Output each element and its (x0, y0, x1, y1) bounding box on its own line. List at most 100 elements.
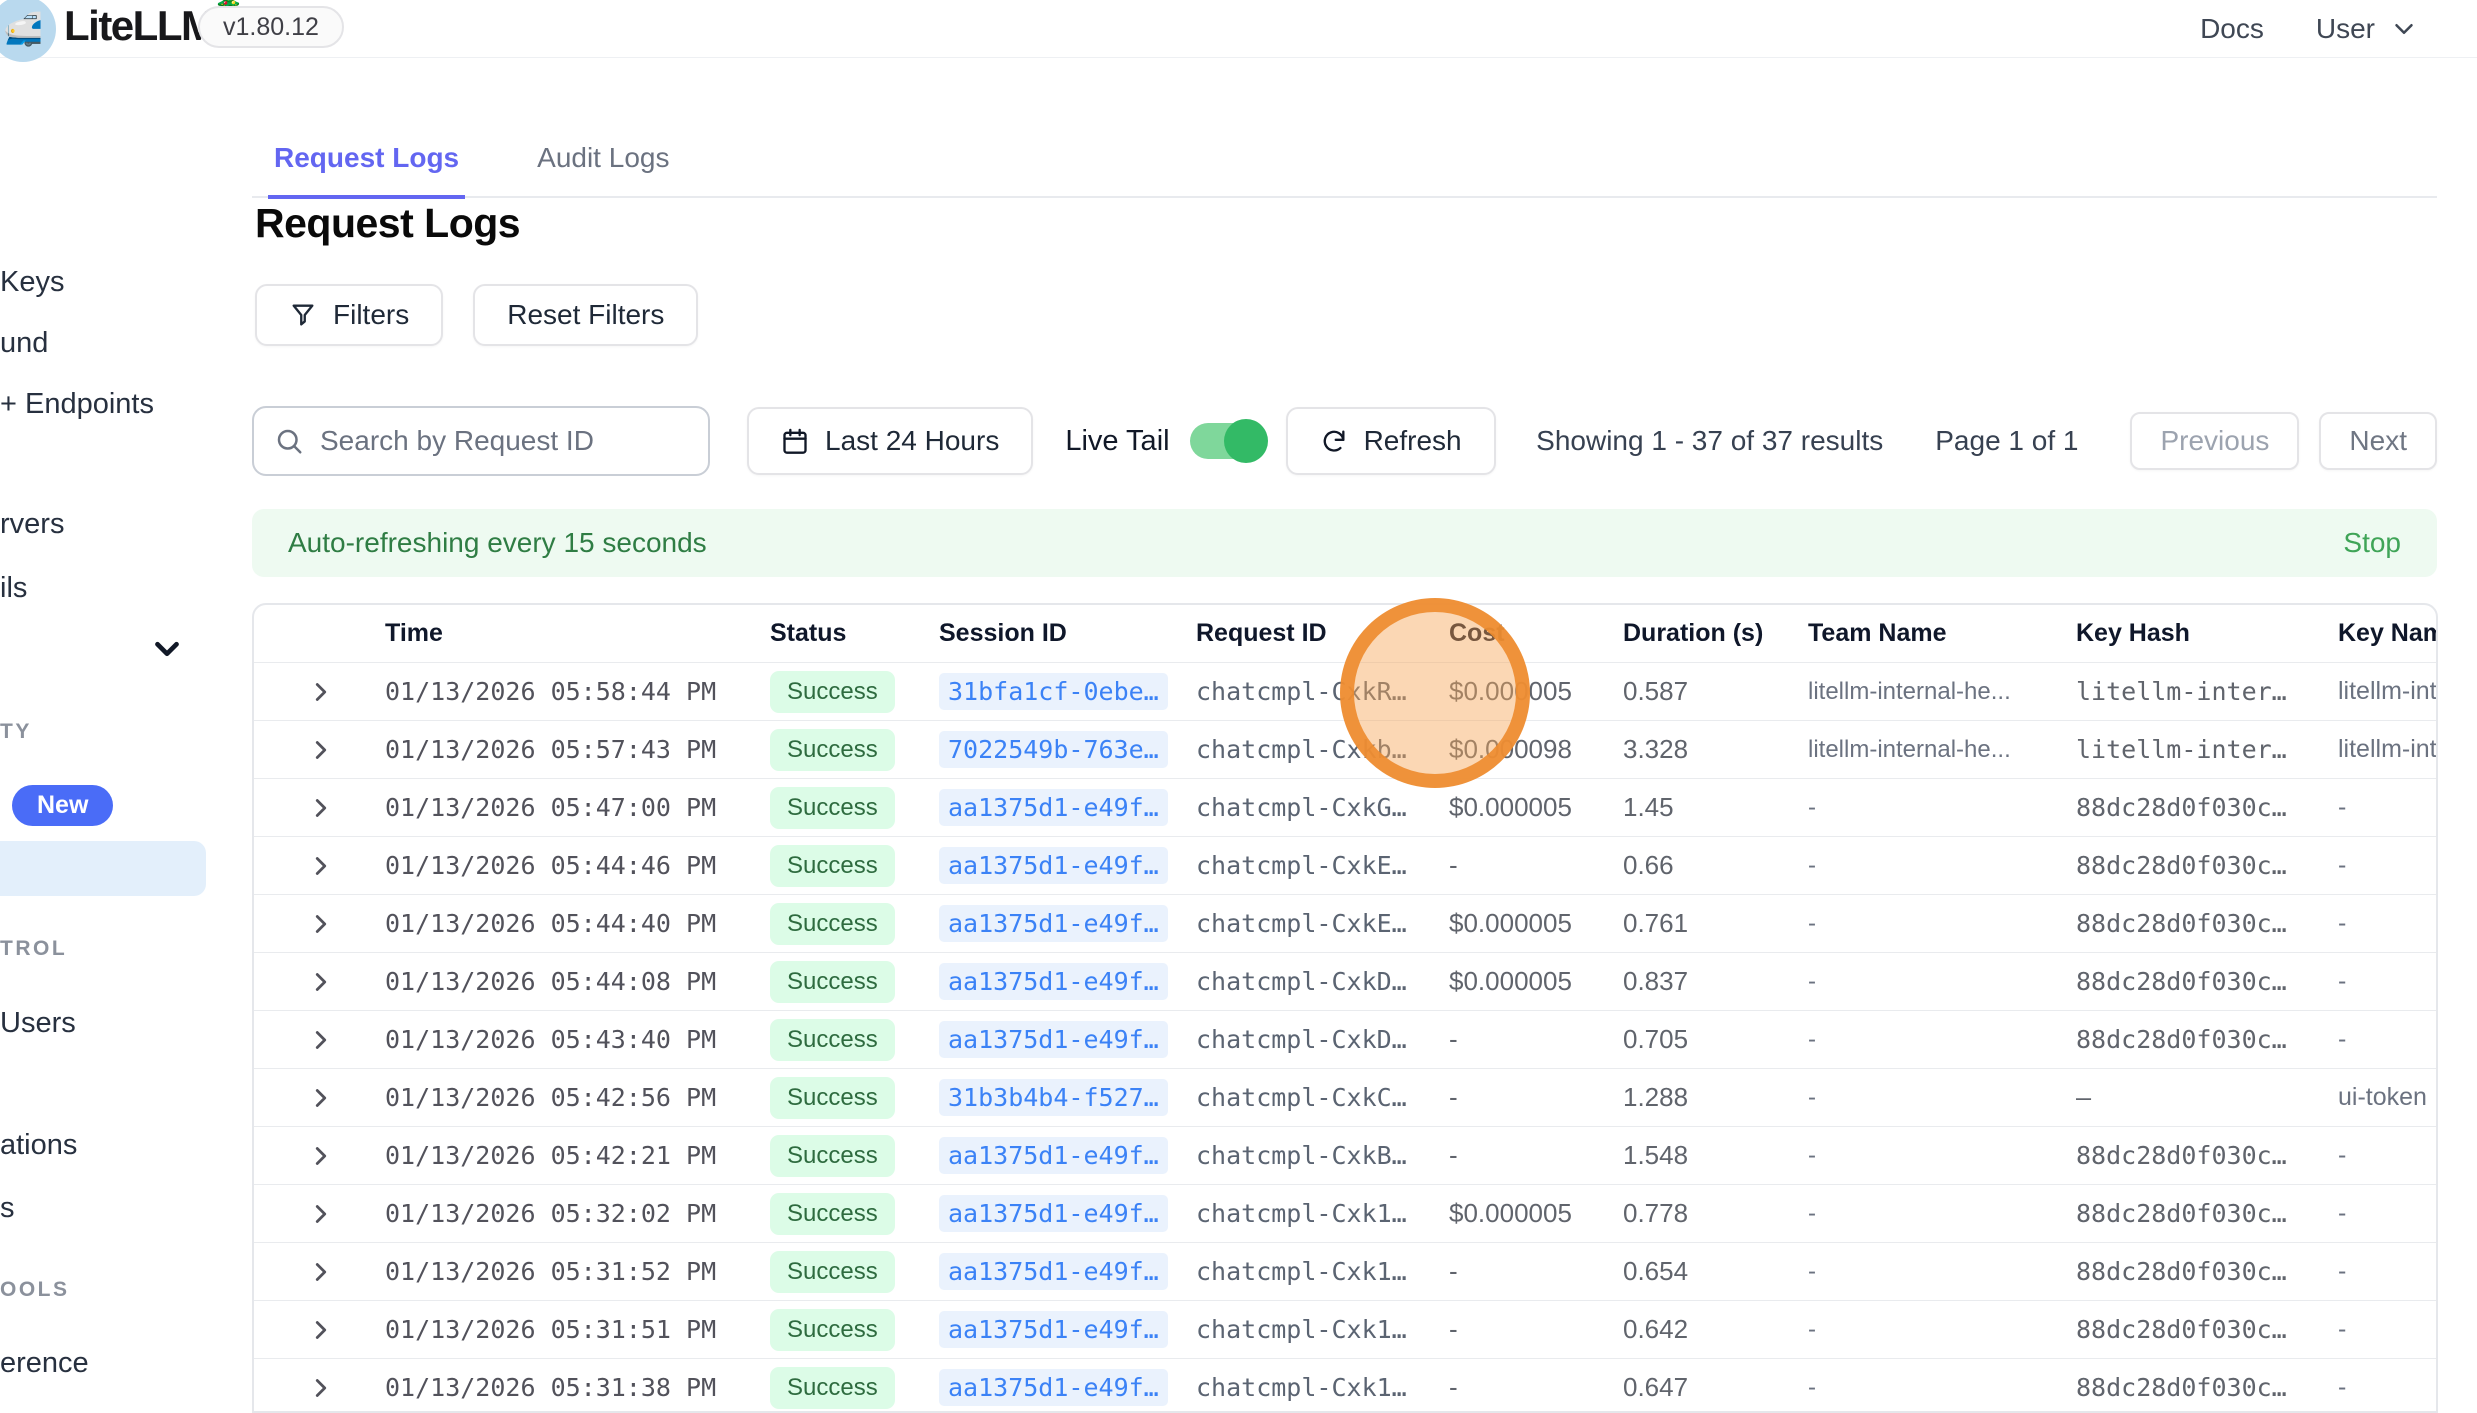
sidebar-item-logs-selected[interactable] (0, 841, 206, 896)
auto-refresh-banner: Auto-refreshing every 15 seconds Stop (252, 509, 2437, 577)
session-id-link[interactable]: aa1375d1-e49f… (939, 1195, 1168, 1232)
expand-row-icon[interactable] (306, 1199, 336, 1229)
session-id-link[interactable]: aa1375d1-e49f… (939, 789, 1168, 826)
litellm-logo[interactable]: 🚅 (0, 0, 56, 62)
sidebar-item-playground[interactable]: und (0, 327, 48, 360)
session-id-link[interactable]: aa1375d1-e49f… (939, 1311, 1168, 1348)
expand-row-icon[interactable] (306, 677, 336, 707)
table-row[interactable]: 01/13/2026 05:58:44 PMSuccess31bfa1cf-0e… (254, 662, 2436, 720)
chevron-down-icon (2389, 14, 2419, 44)
session-id-link[interactable]: aa1375d1-e49f… (939, 1021, 1168, 1058)
reset-filters-button[interactable]: Reset Filters (473, 284, 698, 346)
expand-row-icon[interactable] (306, 735, 336, 765)
column-header-status: Status (770, 619, 939, 648)
expand-row-icon[interactable] (306, 793, 336, 823)
train-emoji-icon: 🚅 (3, 10, 43, 48)
sidebar-item-inference[interactable]: erence (0, 1347, 89, 1380)
cell-request-id: chatcmpl-Cxk1… (1196, 1257, 1449, 1286)
session-id-link[interactable]: 31b3b4b4-f527… (939, 1079, 1168, 1116)
expand-row-icon[interactable] (306, 1373, 336, 1403)
cell-status: Success (770, 1309, 939, 1351)
cell-cost: - (1449, 1256, 1623, 1287)
cell-duration: 0.761 (1623, 908, 1808, 939)
session-id-link[interactable]: aa1375d1-e49f… (939, 963, 1168, 1000)
sidebar-item-models-endpoints[interactable]: + Endpoints (0, 388, 154, 421)
table-row[interactable]: 01/13/2026 05:31:38 PMSuccessaa1375d1-e4… (254, 1358, 2436, 1413)
filters-button[interactable]: Filters (255, 284, 443, 346)
session-id-link[interactable]: 7022549b-763e… (939, 731, 1168, 768)
table-row[interactable]: 01/13/2026 05:31:52 PMSuccessaa1375d1-e4… (254, 1242, 2436, 1300)
search-input[interactable] (320, 425, 688, 457)
table-row[interactable]: 01/13/2026 05:32:02 PMSuccessaa1375d1-e4… (254, 1184, 2436, 1242)
status-badge: Success (770, 845, 895, 887)
table-body: 01/13/2026 05:58:44 PMSuccess31bfa1cf-0e… (254, 662, 2436, 1413)
table-row[interactable]: 01/13/2026 05:44:08 PMSuccessaa1375d1-e4… (254, 952, 2436, 1010)
expand-row-icon[interactable] (306, 851, 336, 881)
table-row[interactable]: 01/13/2026 05:57:43 PMSuccess7022549b-76… (254, 720, 2436, 778)
cell-session-id: aa1375d1-e49f… (939, 905, 1196, 942)
cell-duration: 1.288 (1623, 1082, 1808, 1113)
expand-row-icon[interactable] (306, 1141, 336, 1171)
docs-link[interactable]: Docs (2200, 13, 2264, 45)
search-box[interactable] (252, 406, 710, 476)
page-title: Request Logs (255, 200, 520, 247)
expand-row-icon[interactable] (306, 1083, 336, 1113)
expand-row-icon[interactable] (306, 909, 336, 939)
sidebar-item-teams[interactable]: s (0, 1192, 15, 1225)
table-row[interactable]: 01/13/2026 05:44:40 PMSuccessaa1375d1-e4… (254, 894, 2436, 952)
sidebar-item-guardrails[interactable]: ils (0, 572, 27, 605)
next-page-button[interactable]: Next (2319, 412, 2437, 470)
expand-row-icon[interactable] (306, 967, 336, 997)
table-header-row: TimeStatusSession IDRequest IDCostDurati… (254, 605, 2436, 662)
cell-team-name: - (1808, 852, 2076, 880)
table-row[interactable]: 01/13/2026 05:44:46 PMSuccessaa1375d1-e4… (254, 836, 2436, 894)
refresh-button[interactable]: Refresh (1286, 407, 1496, 475)
session-id-link[interactable]: 31bfa1cf-0ebe… (939, 673, 1168, 710)
expand-row-icon[interactable] (306, 1257, 336, 1287)
filter-row: Filters Reset Filters (255, 284, 698, 346)
session-id-link[interactable]: aa1375d1-e49f… (939, 847, 1168, 884)
stop-auto-refresh-link[interactable]: Stop (2343, 527, 2401, 559)
table-row[interactable]: 01/13/2026 05:31:51 PMSuccessaa1375d1-e4… (254, 1300, 2436, 1358)
tab-request-logs[interactable]: Request Logs (268, 120, 465, 199)
cell-request-id: chatcmpl-CxkD… (1196, 967, 1449, 996)
table-row[interactable]: 01/13/2026 05:42:21 PMSuccessaa1375d1-e4… (254, 1126, 2436, 1184)
tab-audit-logs[interactable]: Audit Logs (531, 120, 675, 196)
cell-key-name: - (2338, 1373, 2436, 1402)
session-id-link[interactable]: aa1375d1-e49f… (939, 1137, 1168, 1174)
cell-time: 01/13/2026 05:31:52 PM (385, 1257, 770, 1286)
column-header-request-id: Request ID (1196, 619, 1449, 648)
cell-key-name: - (2338, 1141, 2436, 1170)
time-range-button[interactable]: Last 24 Hours (747, 407, 1033, 475)
sidebar-item-organizations[interactable]: ations (0, 1129, 77, 1162)
sidebar-item-servers[interactable]: rvers (0, 508, 64, 541)
cell-status: Success (770, 1367, 939, 1409)
cell-team-name: - (1808, 1026, 2076, 1054)
expand-row-icon[interactable] (306, 1025, 336, 1055)
previous-page-button[interactable]: Previous (2130, 412, 2299, 470)
status-badge: Success (770, 787, 895, 829)
expand-row-icon[interactable] (306, 1315, 336, 1345)
live-tail-toggle[interactable] (1190, 423, 1264, 459)
cell-request-id: chatcmpl-CxkC… (1196, 1083, 1449, 1112)
cell-time: 01/13/2026 05:31:51 PM (385, 1315, 770, 1344)
sidebar-chevron-down-icon[interactable] (148, 630, 186, 668)
session-id-link[interactable]: aa1375d1-e49f… (939, 905, 1168, 942)
table-row[interactable]: 01/13/2026 05:47:00 PMSuccessaa1375d1-e4… (254, 778, 2436, 836)
cell-time: 01/13/2026 05:42:56 PM (385, 1083, 770, 1112)
sidebar-item-internal-users[interactable]: Users (0, 1007, 76, 1040)
cell-team-name: - (1808, 1374, 2076, 1402)
cell-session-id: 7022549b-763e… (939, 731, 1196, 768)
cell-status: Success (770, 1135, 939, 1177)
cell-cost: - (1449, 1314, 1623, 1345)
status-badge: Success (770, 1135, 895, 1177)
session-id-link[interactable]: aa1375d1-e49f… (939, 1369, 1168, 1406)
table-row[interactable]: 01/13/2026 05:42:56 PMSuccess31b3b4b4-f5… (254, 1068, 2436, 1126)
user-menu[interactable]: User (2316, 13, 2419, 45)
table-row[interactable]: 01/13/2026 05:43:40 PMSuccessaa1375d1-e4… (254, 1010, 2436, 1068)
cell-key-name: - (2338, 909, 2436, 938)
session-id-link[interactable]: aa1375d1-e49f… (939, 1253, 1168, 1290)
status-badge: Success (770, 1019, 895, 1061)
sidebar-item-keys[interactable]: Keys (0, 266, 64, 299)
tab-bar: Request Logs Audit Logs (252, 120, 2437, 198)
